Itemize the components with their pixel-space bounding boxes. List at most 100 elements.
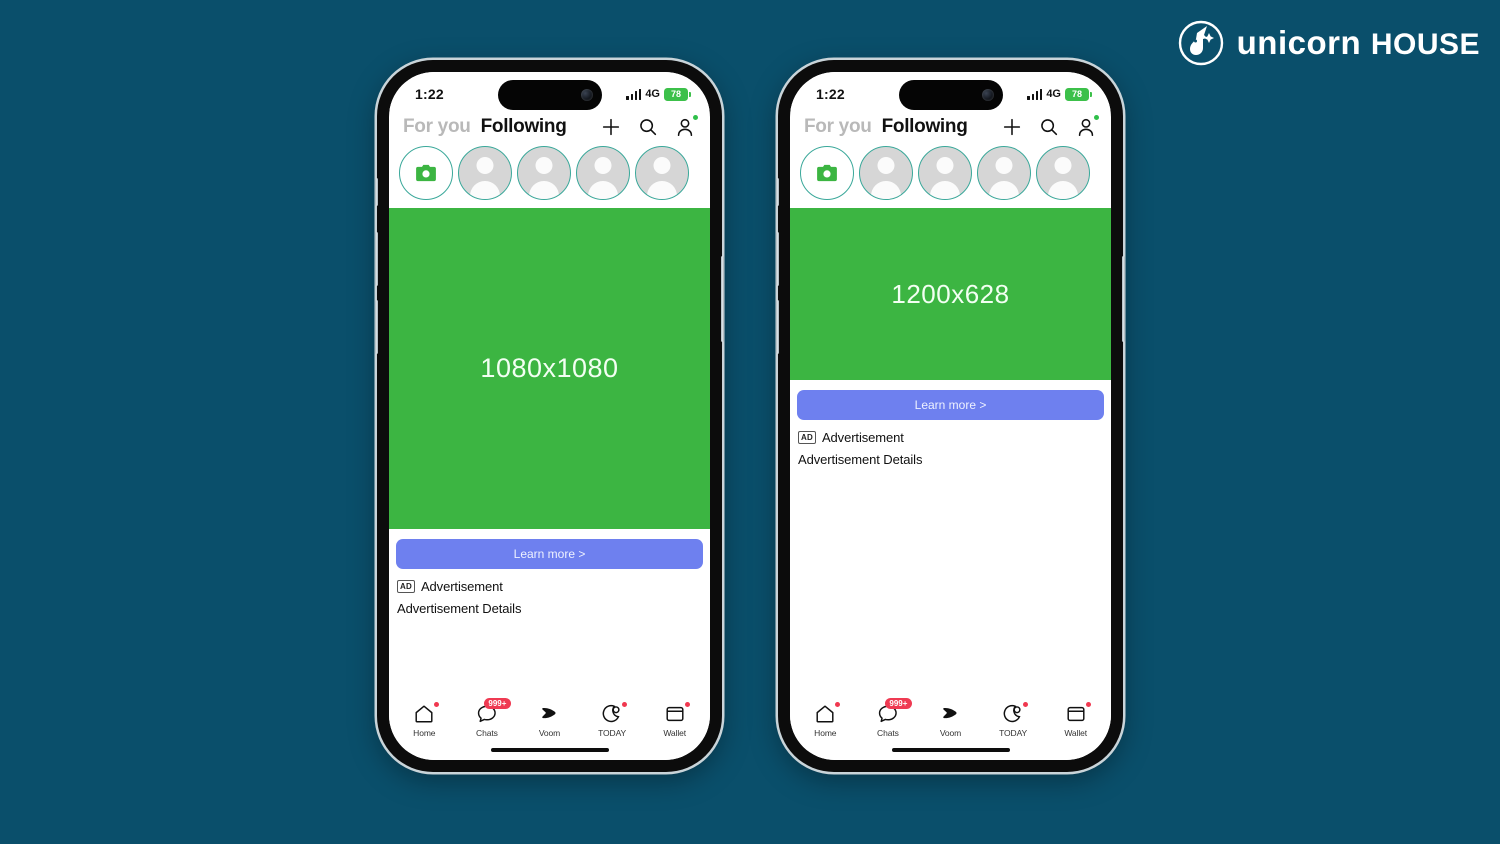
ad-creative-size-label: 1200x628: [891, 278, 1010, 309]
bottom-navigation: Home 999+ Chats Voom TODAY Wallet: [790, 697, 1111, 740]
volume-down-button[interactable]: [776, 300, 779, 354]
status-indicators: 4G 78: [1027, 87, 1092, 101]
nav-label-chats: Chats: [476, 728, 498, 738]
power-button[interactable]: [1122, 256, 1125, 342]
search-icon[interactable]: [1038, 116, 1060, 138]
app-header: For you Following: [389, 110, 710, 146]
profile-notification-badge: [693, 115, 698, 120]
ad-title: Advertisement: [420, 579, 503, 594]
stories-row: [790, 146, 1111, 208]
nav-label-today: TODAY: [598, 728, 627, 738]
story-avatar[interactable]: [576, 146, 630, 200]
story-avatar[interactable]: [517, 146, 571, 200]
story-avatar[interactable]: [977, 146, 1031, 200]
story-avatar[interactable]: [859, 146, 913, 200]
profile-notification-badge: [1094, 115, 1099, 120]
nav-item-voom[interactable]: Voom: [520, 703, 578, 738]
nav-label-today: TODAY: [999, 728, 1028, 738]
nav-item-today[interactable]: TODAY: [984, 702, 1042, 738]
nav-label-chats: Chats: [877, 728, 899, 738]
story-avatar[interactable]: [1036, 146, 1090, 200]
network-type-label: 4G: [645, 88, 660, 100]
home-notification-badge: [835, 702, 841, 707]
brand-logo: unicorn HOUSE: [1173, 17, 1480, 69]
tab-following[interactable]: Following: [481, 116, 567, 138]
status-bar: 1:22 4G 78: [389, 72, 710, 110]
battery-icon: 78: [1065, 87, 1092, 101]
nav-item-home[interactable]: Home: [395, 702, 453, 738]
app-header: For you Following: [790, 110, 1111, 146]
story-avatar[interactable]: [458, 146, 512, 200]
nav-item-today[interactable]: TODAY: [583, 702, 641, 738]
status-bar: 1:22 4G 78: [790, 72, 1111, 110]
front-camera-lens-icon: [580, 89, 593, 101]
stories-row: [389, 146, 710, 208]
wallet-icon: [1064, 702, 1091, 725]
ad-badge: AD: [397, 580, 415, 593]
today-icon: [1001, 702, 1029, 725]
ad-title: Advertisement: [821, 430, 904, 445]
ad-creative-size-label: 1080x1080: [480, 353, 619, 383]
ad-creative-landscape[interactable]: 1200x628: [790, 208, 1111, 380]
ad-creative-square[interactable]: 1080x1080: [389, 208, 710, 529]
mute-switch[interactable]: [776, 178, 779, 206]
ad-title-line: AD Advertisement: [397, 579, 702, 594]
volume-down-button[interactable]: [375, 300, 378, 354]
nav-label-wallet: Wallet: [1064, 728, 1088, 738]
brand-name-part-2: HOUSE: [1370, 28, 1480, 61]
tab-for-you[interactable]: For you: [804, 116, 872, 138]
battery-percent-label: 78: [1071, 88, 1082, 99]
ad-title-line: AD Advertisement: [798, 430, 1103, 445]
search-icon[interactable]: [637, 116, 659, 138]
bottom-navigation: Home 999+ Chats Voom TODAY Wallet: [389, 697, 710, 740]
dynamic-island: [898, 80, 1003, 110]
today-notification-badge: [1023, 702, 1029, 707]
phone-screen: 1:22 4G 78 For you Following: [790, 72, 1111, 760]
plus-icon[interactable]: [600, 116, 622, 138]
ad-body: Learn more > AD Advertisement Advertisem…: [790, 380, 1111, 697]
ad-badge: AD: [798, 431, 816, 444]
ad-meta: AD Advertisement Advertisement Details: [396, 569, 703, 616]
learn-more-button[interactable]: Learn more >: [797, 390, 1104, 420]
nav-label-voom: Voom: [538, 728, 561, 738]
today-icon: [600, 702, 628, 725]
chats-unread-badge: 999+: [483, 698, 511, 709]
nav-label-home: Home: [814, 728, 837, 738]
nav-item-chats[interactable]: 999+ Chats: [859, 698, 917, 738]
story-avatar[interactable]: [918, 146, 972, 200]
plus-icon[interactable]: [1001, 116, 1023, 138]
ad-body: Learn more > AD Advertisement Advertisem…: [389, 529, 710, 697]
phone-screen: 1:22 4G 78 For you Following: [389, 72, 710, 760]
wallet-icon: [663, 702, 690, 725]
nav-item-wallet[interactable]: Wallet: [646, 702, 704, 738]
profile-icon[interactable]: [674, 115, 698, 138]
home-indicator[interactable]: [389, 740, 710, 760]
home-notification-badge: [434, 702, 440, 707]
mute-switch[interactable]: [375, 178, 378, 206]
profile-icon[interactable]: [1075, 115, 1099, 138]
nav-item-home[interactable]: Home: [796, 702, 854, 738]
tab-for-you[interactable]: For you: [403, 116, 471, 138]
wallet-notification-badge: [684, 702, 690, 707]
ad-meta: AD Advertisement Advertisement Details: [797, 420, 1104, 467]
power-button[interactable]: [721, 256, 724, 342]
nav-item-voom[interactable]: Voom: [921, 703, 979, 738]
volume-up-button[interactable]: [776, 232, 779, 286]
story-avatar[interactable]: [635, 146, 689, 200]
status-clock: 1:22: [816, 86, 845, 102]
story-camera-button[interactable]: [399, 146, 453, 200]
nav-item-chats[interactable]: 999+ Chats: [458, 698, 516, 738]
nav-item-wallet[interactable]: Wallet: [1047, 702, 1105, 738]
header-actions: [600, 115, 698, 138]
ad-details: Advertisement Details: [798, 452, 923, 467]
ad-details: Advertisement Details: [397, 601, 522, 616]
network-type-label: 4G: [1046, 88, 1061, 100]
phone-mockup-square: 1:22 4G 78 For you Following 1080x1080 L…: [375, 60, 724, 772]
signal-bars-icon: [626, 88, 642, 100]
header-actions: [1001, 115, 1099, 138]
tab-following[interactable]: Following: [882, 116, 968, 138]
learn-more-button[interactable]: Learn more >: [396, 539, 703, 569]
home-indicator[interactable]: [790, 740, 1111, 760]
story-camera-button[interactable]: [800, 146, 854, 200]
volume-up-button[interactable]: [375, 232, 378, 286]
